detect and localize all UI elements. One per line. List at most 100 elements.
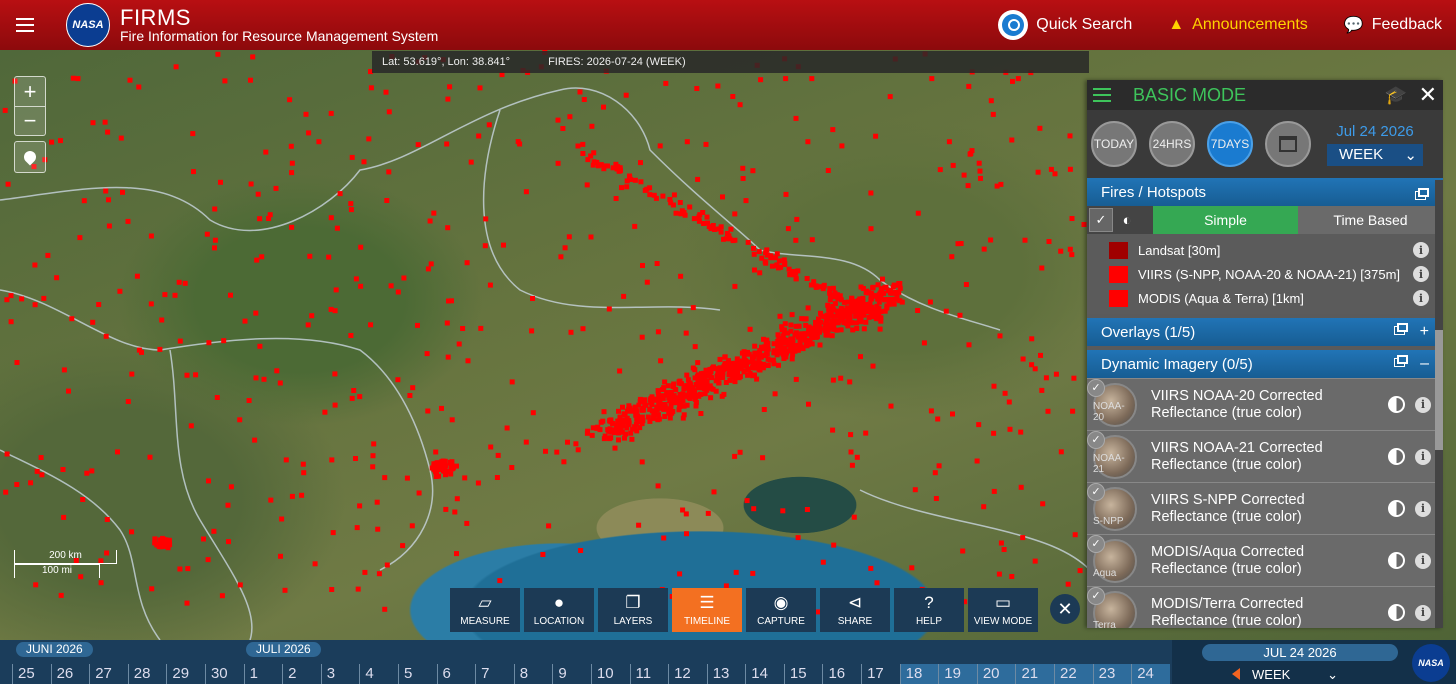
timeline-day[interactable]: 28 bbox=[127, 664, 167, 684]
timeline-day[interactable]: 3 bbox=[320, 664, 360, 684]
7days-button[interactable]: 7DAYS bbox=[1207, 121, 1253, 167]
check-icon[interactable]: ✓ bbox=[1087, 534, 1105, 553]
quick-search-button[interactable]: Quick Search bbox=[998, 10, 1132, 40]
timeline-day[interactable]: 26 bbox=[50, 664, 90, 684]
graduation-cap-icon[interactable]: 🎓 bbox=[1385, 85, 1407, 106]
timeline-day[interactable]: 1 bbox=[243, 664, 283, 684]
timeline-day[interactable]: 20 bbox=[976, 664, 1016, 684]
fires-checkbox[interactable]: ✓ bbox=[1089, 208, 1113, 232]
timeline-day[interactable]: 11 bbox=[629, 664, 669, 684]
hotspot bbox=[1015, 76, 1021, 82]
timeline-day[interactable]: 4 bbox=[359, 664, 398, 684]
calendar-button[interactable] bbox=[1265, 121, 1311, 167]
previous-period-icon[interactable] bbox=[1232, 668, 1240, 680]
opacity-icon[interactable] bbox=[1388, 500, 1405, 517]
timeline-day[interactable]: 21 bbox=[1015, 664, 1055, 684]
help-button[interactable]: ? HELP bbox=[894, 588, 964, 632]
check-icon[interactable]: ✓ bbox=[1087, 586, 1105, 605]
info-icon[interactable]: i bbox=[1413, 242, 1429, 258]
info-icon[interactable]: i bbox=[1415, 552, 1431, 569]
opacity-icon[interactable] bbox=[1388, 448, 1405, 465]
layer-item[interactable]: ✓ NOAA-20 VIIRS NOAA-20 Corrected Reflect… bbox=[1087, 378, 1443, 430]
measure-button[interactable]: ▱ MEASURE bbox=[450, 588, 520, 632]
plus-icon[interactable]: + bbox=[1420, 323, 1429, 341]
timeline-day[interactable]: 2 bbox=[282, 664, 321, 684]
main-menu-button[interactable] bbox=[0, 0, 50, 50]
time-based-mode-button[interactable]: Time Based bbox=[1298, 206, 1443, 234]
zoom-out-button[interactable]: − bbox=[15, 106, 45, 135]
timeline-day[interactable]: 6 bbox=[436, 664, 476, 684]
popout-icon[interactable] bbox=[1396, 323, 1408, 332]
info-icon[interactable]: i bbox=[1415, 500, 1431, 517]
popout-icon[interactable] bbox=[1418, 187, 1429, 197]
timeline-day[interactable]: 29 bbox=[166, 664, 205, 684]
hotspot bbox=[443, 463, 449, 469]
announcements-button[interactable]: ▲ Announcements bbox=[1168, 16, 1307, 34]
share-button[interactable]: ⊲ SHARE bbox=[820, 588, 890, 632]
info-icon[interactable]: i bbox=[1413, 266, 1429, 282]
layer-item[interactable]: ✓ Aqua MODIS/Aqua Corrected Reflectance (… bbox=[1087, 534, 1443, 586]
timeline-day[interactable]: 22 bbox=[1054, 664, 1093, 684]
info-icon[interactable]: i bbox=[1415, 396, 1431, 413]
timeline-day[interactable]: 30 bbox=[204, 664, 244, 684]
info-icon[interactable]: i bbox=[1413, 290, 1429, 306]
overlays-section[interactable]: Overlays (1/5) + bbox=[1087, 318, 1443, 346]
panel-scrollbar[interactable] bbox=[1435, 180, 1443, 628]
timeline-day[interactable]: 5 bbox=[397, 664, 437, 684]
popout-icon[interactable] bbox=[1397, 355, 1409, 364]
check-icon[interactable]: ✓ bbox=[1087, 482, 1105, 501]
info-icon[interactable]: i bbox=[1415, 604, 1431, 621]
locate-button[interactable] bbox=[14, 141, 46, 173]
timeline-day[interactable]: 23 bbox=[1092, 664, 1132, 684]
capture-button[interactable]: ◉ CAPTURE bbox=[746, 588, 816, 632]
layer-item[interactable]: ✓ S-NPP VIIRS S-NPP Corrected Reflectance… bbox=[1087, 482, 1443, 534]
opacity-icon[interactable]: ◐ bbox=[1115, 206, 1139, 234]
timeline-day[interactable]: 27 bbox=[89, 664, 128, 684]
check-icon[interactable]: ✓ bbox=[1087, 430, 1105, 449]
timeline-day[interactable]: 10 bbox=[590, 664, 630, 684]
layers-button[interactable]: ❐ LAYERS bbox=[598, 588, 668, 632]
timeline-day[interactable]: 25 bbox=[12, 664, 51, 684]
opacity-icon[interactable] bbox=[1388, 604, 1405, 621]
minus-icon[interactable]: – bbox=[1420, 355, 1429, 373]
today-button[interactable]: TODAY bbox=[1091, 121, 1137, 167]
opacity-icon[interactable] bbox=[1388, 552, 1405, 569]
zoom-in-button[interactable]: + bbox=[15, 77, 45, 106]
nasa-logo[interactable]: NASA bbox=[66, 3, 110, 47]
timeline-day[interactable]: 12 bbox=[668, 664, 707, 684]
timeline-day[interactable]: 17 bbox=[861, 664, 900, 684]
location-button[interactable]: ● LOCATION bbox=[524, 588, 594, 632]
feedback-button[interactable]: 💬 Feedback bbox=[1344, 15, 1442, 35]
info-icon[interactable]: i bbox=[1415, 448, 1431, 465]
panel-close-button[interactable]: ✕ bbox=[1419, 82, 1437, 108]
view-mode-button[interactable]: ▭ VIEW MODE bbox=[968, 588, 1038, 632]
timeline-day[interactable]: 13 bbox=[706, 664, 746, 684]
hotspot bbox=[686, 389, 692, 395]
timeline-day[interactable]: 24 bbox=[1131, 664, 1170, 684]
simple-mode-button[interactable]: Simple bbox=[1153, 206, 1298, 234]
timeline-day[interactable]: 16 bbox=[822, 664, 861, 684]
toolbar-close-button[interactable]: ✕ bbox=[1050, 594, 1080, 624]
hotspot bbox=[353, 456, 358, 461]
hotspot bbox=[580, 326, 586, 332]
timeline-day[interactable]: 9 bbox=[552, 664, 591, 684]
timeline-date[interactable]: JUL 24 2026 bbox=[1202, 644, 1398, 661]
layer-item[interactable]: ✓ NOAA-21 VIIRS NOAA-21 Corrected Reflect… bbox=[1087, 430, 1443, 482]
panel-menu-icon[interactable] bbox=[1093, 94, 1111, 96]
timeline-day[interactable]: 14 bbox=[745, 664, 784, 684]
24hrs-button[interactable]: 24HRS bbox=[1149, 121, 1195, 167]
timeline-button[interactable]: ☰ TIMELINE bbox=[672, 588, 742, 632]
layer-item[interactable]: ✓ Terra MODIS/Terra Corrected Reflectance… bbox=[1087, 586, 1443, 628]
dynamic-imagery-section[interactable]: Dynamic Imagery (0/5) – bbox=[1087, 350, 1443, 378]
timeline-day[interactable]: 18 bbox=[899, 664, 939, 684]
timeline-day[interactable]: 8 bbox=[513, 664, 553, 684]
timeline-day[interactable]: 7 bbox=[475, 664, 514, 684]
timeline-day[interactable]: 15 bbox=[783, 664, 823, 684]
timeline-period-select[interactable]: WEEK ⌄ bbox=[1252, 667, 1338, 683]
opacity-icon[interactable] bbox=[1388, 396, 1405, 413]
period-select[interactable]: WEEK ⌄ bbox=[1327, 143, 1423, 166]
timeline-day[interactable]: 19 bbox=[938, 664, 977, 684]
hotspot bbox=[136, 84, 142, 90]
check-icon[interactable]: ✓ bbox=[1087, 378, 1105, 397]
fires-hotspots-section[interactable]: Fires / Hotspots bbox=[1087, 178, 1443, 206]
